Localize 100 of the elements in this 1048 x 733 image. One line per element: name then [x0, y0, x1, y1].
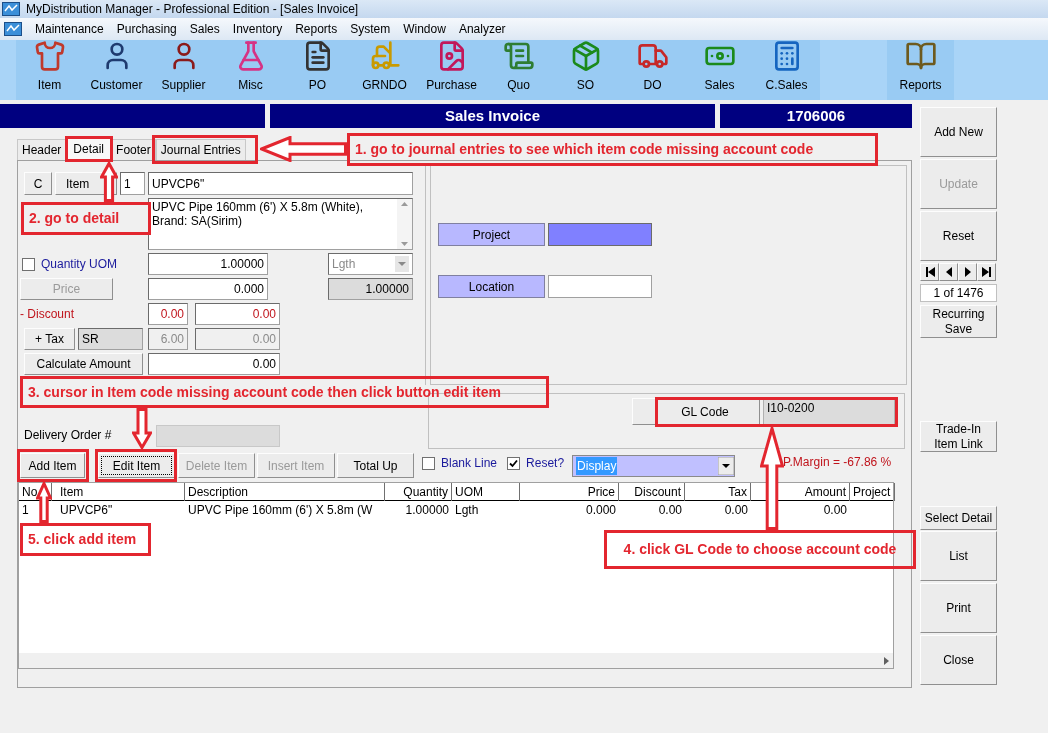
table-cell-text: 0.00: [823, 502, 847, 519]
checkbox[interactable]: [507, 456, 521, 470]
toolbar-button[interactable]: Customer: [83, 40, 150, 100]
column-header[interactable]: UOM: [452, 483, 520, 501]
table-row[interactable]: 1 UPVCP6" UPVC Pipe 160mm (6') X 5.8m (W 1.00000 Lgth 0.000 0.00 0.00 0.00: [19, 501, 893, 519]
toolbar-button[interactable]: Supplier: [150, 40, 217, 100]
description-field[interactable]: UPVC Pipe 160mm (6') X 5.8m (White), Brand: SA(Sirim): [148, 198, 413, 250]
scroll-icon: [502, 40, 535, 72]
menu-item[interactable]: Purchasing: [116, 20, 177, 38]
clear-button[interactable]: C: [24, 172, 52, 195]
line-action-button[interactable]: Edit Item: [98, 453, 175, 478]
side-button[interactable]: Close: [920, 635, 997, 685]
menu-item[interactable]: Analyzer: [458, 20, 506, 38]
menu-item[interactable]: Reports: [295, 20, 338, 38]
checkbox-label: Quantity UOM: [41, 256, 118, 273]
toolbar-button[interactable]: DO: [619, 40, 686, 100]
side-button[interactable]: Reset: [920, 211, 997, 261]
toolbar-button[interactable]: Misc: [217, 40, 284, 100]
menu-item[interactable]: Window: [403, 20, 446, 38]
toolbar-button[interactable]: Item: [16, 40, 83, 100]
tax-code-field: SR: [78, 328, 143, 350]
record-nav-button[interactable]: [977, 263, 996, 281]
column-header[interactable]: Project: [850, 483, 895, 501]
checkbox[interactable]: [22, 257, 35, 271]
column-header[interactable]: Quantity: [385, 483, 452, 501]
discount-amount-field[interactable]: 0.00: [195, 303, 280, 325]
table-cell-text: UPVCP6": [60, 502, 113, 519]
menu-item[interactable]: Maintenance: [35, 20, 104, 38]
app-icon: [2, 2, 20, 16]
form-title: Sales Invoice: [270, 104, 715, 128]
menu-item[interactable]: Inventory: [232, 20, 283, 38]
book-icon: [904, 40, 937, 72]
line-action-button[interactable]: Total Up: [337, 453, 414, 478]
menu-item[interactable]: System: [350, 20, 391, 38]
line-number-field[interactable]: 1: [120, 172, 145, 195]
amount-field[interactable]: 0.00: [148, 353, 280, 375]
tab[interactable]: Footer: [111, 139, 156, 160]
discount-percent-field[interactable]: 0.00: [148, 303, 188, 325]
callout-arrow: [132, 408, 152, 449]
column-header[interactable]: Tax: [685, 483, 751, 501]
side-button[interactable]: Add New: [920, 107, 997, 157]
tax-button[interactable]: + Tax: [24, 328, 75, 350]
profit-margin: P.Margin = -67.86 %: [783, 454, 892, 471]
record-counter: 1 of 1476: [920, 284, 997, 302]
side-button[interactable]: List: [920, 531, 997, 581]
column-header[interactable]: Discount: [619, 483, 685, 501]
scrollbar[interactable]: [397, 199, 412, 249]
uom-rate-field: 1.00000: [328, 278, 413, 300]
toolbar-button[interactable]: C.Sales: [753, 40, 820, 100]
checkbox-label: Reset?: [526, 455, 565, 472]
highlight-frame: [17, 449, 89, 482]
side-button[interactable]: Select Detail: [920, 506, 997, 530]
tax-amount-field: 0.00: [195, 328, 280, 350]
callout: 4. click GL Code to choose account code: [604, 530, 916, 569]
table-cell-text: Lgth: [455, 502, 479, 519]
scroll-right-icon[interactable]: [884, 656, 889, 665]
highlight-frame: [65, 136, 113, 162]
toolbar-button[interactable]: Sales: [686, 40, 753, 100]
callout-arrow: [100, 162, 118, 202]
menu-item[interactable]: Sales: [189, 20, 220, 38]
scroll-up-icon[interactable]: [401, 202, 408, 206]
column-header[interactable]: Description: [185, 483, 385, 501]
tab[interactable]: Header: [17, 139, 67, 160]
toolbar-button[interactable]: Reports: [887, 40, 954, 100]
app-icon: [4, 22, 22, 36]
scroll-down-icon[interactable]: [401, 242, 408, 246]
callout: 2. go to detail: [21, 202, 151, 235]
toolbar-button[interactable]: SO: [552, 40, 619, 100]
project-button[interactable]: Project: [438, 223, 545, 246]
side-button[interactable]: Recurring Save: [920, 305, 997, 338]
checkbox-label: Blank Line: [441, 455, 498, 472]
project-field[interactable]: [548, 223, 652, 246]
record-nav-button[interactable]: [920, 263, 939, 281]
table-cell-text: 0.00: [724, 502, 748, 519]
table-cell-text: 0.000: [585, 502, 616, 519]
tax-rate-field: 6.00: [148, 328, 188, 350]
toolbar-button[interactable]: PO: [284, 40, 351, 100]
quantity-field[interactable]: 1.00000: [148, 253, 268, 275]
line-action-button[interactable]: Add Item: [20, 453, 85, 478]
toolbar-button[interactable]: GRNDO: [351, 40, 418, 100]
discount-label: - Discount: [20, 306, 76, 323]
item-code-field[interactable]: UPVCP6": [148, 172, 413, 195]
table-cell-text: UPVC Pipe 160mm (6') X 5.8m (W: [188, 502, 373, 519]
horizontal-scrollbar[interactable]: [19, 653, 893, 668]
column-header[interactable]: Price: [520, 483, 619, 501]
price-field[interactable]: 0.000: [148, 278, 268, 300]
side-button[interactable]: Trade-In Item Link: [920, 421, 997, 452]
table-cell-text: 1.00000: [405, 502, 449, 519]
last-record-icon: [979, 265, 994, 279]
toolbar-button[interactable]: Purchase: [418, 40, 485, 100]
record-nav-button[interactable]: [939, 263, 958, 281]
location-field[interactable]: [548, 275, 652, 298]
side-button[interactable]: Print: [920, 583, 997, 633]
location-button[interactable]: Location: [438, 275, 545, 298]
checkbox[interactable]: [422, 456, 435, 470]
calculate-amount-button[interactable]: Calculate Amount: [24, 353, 143, 375]
record-nav-button[interactable]: [958, 263, 977, 281]
callout: 3. cursor in Item code missing account code then click button edit item: [20, 376, 549, 408]
toolbar-button[interactable]: Quo: [485, 40, 552, 100]
tab[interactable]: Journal Entries: [155, 139, 246, 160]
